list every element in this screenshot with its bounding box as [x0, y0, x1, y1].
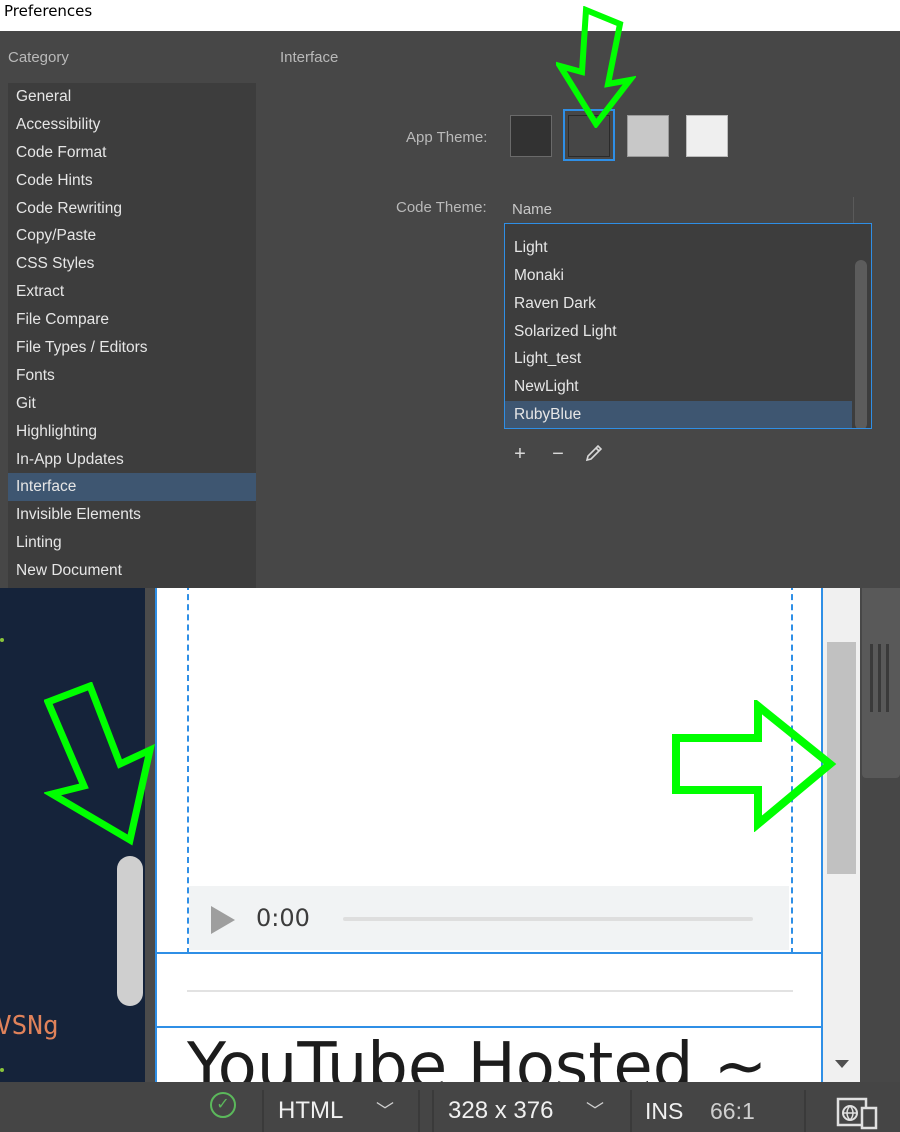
realtime-preview-icon[interactable] [836, 1096, 880, 1130]
code-theme-item-raven-dark[interactable]: Raven Dark [505, 290, 852, 318]
code-theme-item-dark[interactable]: Dark [505, 224, 852, 234]
code-theme-list[interactable]: Dark Light Monaki Raven Dark Solarized L… [504, 223, 872, 429]
editor-area: VSNg 0:00 YouTube Hosted ~ [0, 588, 900, 1082]
code-theme-item-light-test[interactable]: Light_test [505, 345, 852, 373]
grip-icon [870, 644, 873, 712]
category-heading: Category [8, 49, 69, 66]
category-item-file-types-editors[interactable]: File Types / Editors [8, 334, 256, 362]
viewport-size-select[interactable]: 328 x 376 ﹀ [448, 1090, 616, 1132]
preferences-dialog: Category Interface General Accessibility… [0, 31, 900, 588]
chevron-down-icon: ﹀ [586, 1101, 604, 1121]
window-title: Preferences [0, 0, 900, 31]
category-item-accessibility[interactable]: Accessibility [8, 111, 256, 139]
panel-scroll-handle[interactable] [862, 588, 900, 778]
category-item-code-hints[interactable]: Code Hints [8, 167, 256, 195]
code-theme-item-solarized-light[interactable]: Solarized Light [505, 318, 852, 346]
column-header-name: Name [512, 201, 553, 218]
category-item-linting[interactable]: Linting [8, 529, 256, 557]
code-theme-label: Code Theme: [396, 199, 487, 216]
category-item-copy-paste[interactable]: Copy/Paste [8, 222, 256, 250]
document-type-value: HTML [278, 1097, 344, 1124]
cursor-position: 66:1 [710, 1098, 755, 1124]
code-theme-column-header[interactable]: Name [504, 197, 854, 223]
horizontal-rule [187, 990, 793, 992]
status-bar: ✓ HTML ﹀ 328 x 376 ﹀ INS 66:1 [0, 1082, 900, 1132]
check-circle-icon[interactable]: ✓ [210, 1092, 236, 1118]
theme-swatch-darkest[interactable] [510, 115, 552, 157]
scroll-down-arrow-icon[interactable] [835, 1060, 849, 1068]
status-separator [262, 1090, 264, 1132]
status-separator [804, 1090, 806, 1132]
code-theme-item-newlight[interactable]: NewLight [505, 373, 852, 401]
theme-swatch-dark[interactable] [568, 115, 610, 157]
audio-progress-track[interactable] [343, 917, 753, 921]
category-item-fonts[interactable]: Fonts [8, 362, 256, 390]
grip-icon [878, 644, 881, 712]
grip-icon [886, 644, 889, 712]
code-theme-item-light[interactable]: Light [505, 234, 852, 262]
category-list: General Accessibility Code Format Code H… [8, 83, 256, 588]
live-view-scrollbar[interactable] [823, 588, 860, 1082]
code-token-marker [0, 638, 4, 642]
page-heading: YouTube Hosted ~ [187, 1030, 768, 1082]
category-item-in-app-updates[interactable]: In-App Updates [8, 446, 256, 474]
code-theme-list-viewport: Dark Light Monaki Raven Dark Solarized L… [505, 224, 852, 428]
code-token-marker [0, 1068, 4, 1072]
document-type-select[interactable]: HTML ﹀ [278, 1090, 404, 1132]
remove-theme-button[interactable]: − [548, 443, 568, 465]
live-view[interactable]: 0:00 YouTube Hosted ~ [155, 588, 823, 1082]
element-border [157, 1026, 821, 1028]
code-view-scrollbar-thumb[interactable] [117, 856, 143, 1006]
code-theme-item-rubyblue[interactable]: RubyBlue [505, 401, 852, 428]
panel-gutter [860, 588, 900, 1082]
element-border [157, 952, 821, 954]
category-item-code-rewriting[interactable]: Code Rewriting [8, 195, 256, 223]
theme-swatch-light[interactable] [627, 115, 669, 157]
audio-time: 0:00 [256, 904, 310, 932]
status-separator [630, 1090, 632, 1132]
edit-theme-button[interactable] [584, 443, 604, 465]
chevron-down-icon: ﹀ [376, 1101, 394, 1121]
code-theme-list-scrollbar[interactable] [855, 260, 867, 428]
code-snippet: VSNg [0, 1011, 59, 1041]
audio-player[interactable]: 0:00 [189, 886, 789, 950]
code-theme-list-items: Dark Light Monaki Raven Dark Solarized L… [505, 224, 852, 428]
category-item-new-document[interactable]: New Document [8, 557, 256, 585]
app-theme-label: App Theme: [406, 129, 488, 146]
category-item-code-format[interactable]: Code Format [8, 139, 256, 167]
live-view-scrollbar-thumb[interactable] [827, 642, 856, 874]
category-item-highlighting[interactable]: Highlighting [8, 418, 256, 446]
viewport-size-value: 328 x 376 [448, 1097, 554, 1124]
pane-splitter[interactable] [145, 588, 155, 1082]
panel-heading: Interface [280, 49, 339, 66]
category-item-git[interactable]: Git [8, 390, 256, 418]
code-theme-item-monaki[interactable]: Monaki [505, 262, 852, 290]
status-separator [418, 1090, 420, 1132]
category-item-interface[interactable]: Interface [8, 473, 256, 502]
category-item-general[interactable]: General [8, 83, 256, 111]
category-item-css-styles[interactable]: CSS Styles [8, 250, 256, 278]
insert-mode[interactable]: INS [645, 1090, 683, 1132]
category-item-file-compare[interactable]: File Compare [8, 306, 256, 334]
play-icon[interactable] [211, 906, 235, 934]
code-view[interactable]: VSNg [0, 588, 145, 1082]
add-theme-button[interactable]: + [510, 443, 530, 465]
pencil-icon [585, 444, 603, 462]
category-item-invisible-elements[interactable]: Invisible Elements [8, 501, 256, 529]
category-item-extract[interactable]: Extract [8, 278, 256, 306]
theme-swatch-lightest[interactable] [686, 115, 728, 157]
status-separator [432, 1090, 434, 1132]
